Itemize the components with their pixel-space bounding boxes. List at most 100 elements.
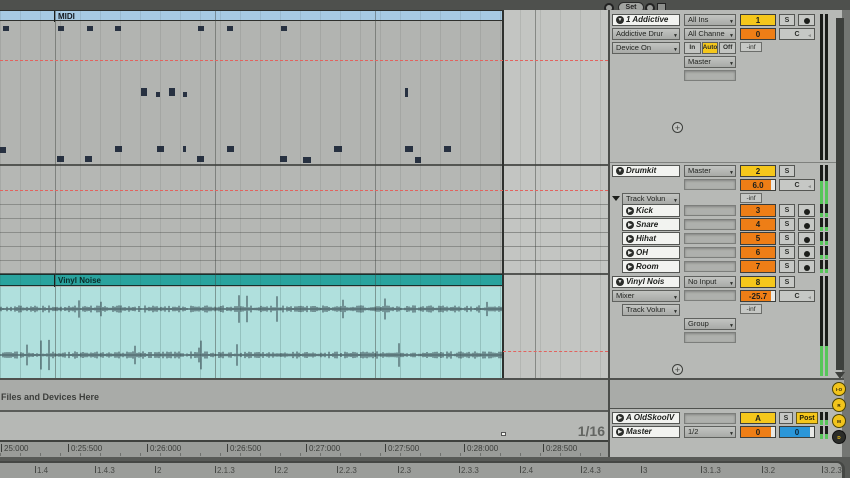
midi-note[interactable] — [3, 26, 9, 31]
output-routing-dropdown[interactable]: Master — [684, 56, 736, 68]
midi-note[interactable] — [197, 156, 204, 162]
midi-note[interactable] — [58, 26, 64, 31]
add-automation-lane-button[interactable]: + — [672, 364, 683, 375]
solo-button[interactable]: S — [779, 232, 795, 245]
arm-button[interactable] — [798, 14, 815, 26]
track-number-badge[interactable]: 5 — [740, 232, 776, 245]
arm-button[interactable] — [798, 204, 815, 217]
solo-button[interactable]: S — [779, 218, 795, 231]
midi-note[interactable] — [183, 92, 187, 97]
add-automation-lane-button[interactable]: + — [672, 122, 683, 133]
arm-button[interactable] — [798, 246, 815, 259]
drum-track-row[interactable]: ▶ Room 7 S — [610, 260, 836, 273]
track-name-vinyl-noise[interactable]: ▼ Vinyl Nois — [612, 276, 680, 288]
track-name[interactable]: ▶ OH — [622, 246, 680, 259]
monitor-in-button[interactable]: In — [684, 42, 701, 54]
track-name[interactable]: ▶ Kick — [622, 204, 680, 217]
fold-track-icon[interactable]: ▼ — [616, 278, 624, 286]
solo-button[interactable]: S — [779, 276, 795, 288]
solo-button[interactable]: S — [779, 14, 795, 26]
audio-clip-titlebar[interactable]: Vinyl Noise — [0, 274, 503, 287]
master-track-name[interactable]: ▶ Master — [612, 426, 680, 438]
show-delay-toggle[interactable]: D — [832, 430, 846, 444]
midi-note[interactable] — [334, 146, 342, 152]
midi-note[interactable] — [115, 26, 121, 31]
input-routing-dropdown[interactable]: All Ins — [684, 14, 736, 26]
fold-track-icon[interactable]: ▼ — [616, 16, 624, 24]
peak-level-readout[interactable]: -inf — [740, 304, 762, 314]
output-routing-dropdown[interactable]: Master — [684, 165, 736, 177]
automation-fold-icon[interactable] — [612, 196, 620, 201]
arm-button[interactable] — [798, 260, 815, 273]
track-number-badge[interactable]: 6 — [740, 246, 776, 259]
return-track-lane[interactable] — [0, 410, 608, 424]
midi-note[interactable] — [444, 146, 451, 152]
track-number-badge[interactable]: 1 — [740, 14, 776, 26]
monitor-auto-button[interactable]: Auto — [701, 42, 719, 54]
beat-ruler[interactable]: 1.4 1.4.3 2 2.1.3 2.2 2.2.3 2.3 2.3.3 2.… — [0, 461, 845, 478]
insert-marker[interactable] — [501, 432, 506, 436]
pan-center-button[interactable]: C — [779, 179, 815, 193]
solo-button[interactable]: S — [779, 246, 795, 259]
track-number-badge[interactable]: 8 — [740, 276, 776, 288]
device-chooser-dropdown[interactable]: Mixer — [612, 290, 680, 302]
midi-note[interactable] — [405, 88, 408, 97]
automation-line[interactable] — [503, 351, 608, 352]
device-on-dropdown[interactable]: Device On — [612, 42, 680, 54]
midi-note[interactable] — [156, 92, 160, 97]
solo-button[interactable]: S — [779, 412, 793, 424]
track-number-badge[interactable]: 3 — [740, 204, 776, 217]
drum-track-row[interactable]: ▶ Snare 4 S — [610, 218, 836, 231]
audio-clip-body[interactable] — [0, 287, 503, 378]
transport-knob-icon[interactable] — [604, 3, 614, 10]
volume-value[interactable]: 6.0 — [740, 179, 776, 191]
arm-button[interactable] — [798, 232, 815, 245]
return-track-name[interactable]: ▶ A OldSkoolV — [612, 412, 680, 424]
solo-button[interactable]: S — [779, 165, 795, 177]
track-number-badge[interactable]: 7 — [740, 260, 776, 273]
show-io-toggle[interactable]: I-O — [832, 382, 846, 396]
arrangement-view[interactable]: MIDI Vinyl Noise Files and Devices Here … — [0, 10, 608, 457]
pan-center-button[interactable]: C — [779, 290, 815, 304]
volume-value[interactable]: -25.7 — [740, 290, 776, 302]
track-name-1-addictive[interactable]: ▼ 1 Addictive — [612, 14, 680, 26]
time-ruler[interactable]: 25:000 0:25:500 0:26:000 0:26:500 0:27:0… — [0, 440, 608, 457]
peak-level-readout[interactable]: -inf — [740, 42, 762, 52]
midi-note[interactable] — [157, 146, 164, 152]
midi-note[interactable] — [85, 156, 92, 162]
midi-note[interactable] — [415, 157, 421, 163]
track-name-drumkit[interactable]: ▼ Drumkit — [612, 165, 680, 177]
midi-note[interactable] — [0, 147, 6, 153]
midi-note[interactable] — [303, 157, 311, 163]
group-routing-dropdown[interactable]: Group — [684, 318, 736, 330]
track-name[interactable]: ▶ Room — [622, 260, 680, 273]
transport-knob-icon[interactable] — [645, 3, 655, 10]
midi-note[interactable] — [405, 146, 413, 152]
midi-note[interactable] — [87, 26, 93, 31]
monitor-off-button[interactable]: Off — [719, 42, 736, 54]
drum-track-row[interactable]: ▶ Hihat 5 S — [610, 232, 836, 245]
midi-note[interactable] — [227, 146, 234, 152]
peak-level-readout[interactable]: -inf — [740, 193, 762, 203]
fold-group-icon[interactable]: ▼ — [616, 167, 624, 175]
vertical-scrollbar[interactable] — [836, 18, 844, 370]
drum-track-row[interactable]: ▶ OH 6 S — [610, 246, 836, 259]
midi-note[interactable] — [169, 88, 175, 96]
input-routing-dropdown[interactable]: No Input — [684, 276, 736, 288]
midi-channel-dropdown[interactable]: All Channe — [684, 28, 736, 40]
drum-track-row[interactable]: ▶ Kick 3 S — [610, 204, 836, 217]
pan-center-button[interactable]: C — [779, 28, 815, 42]
midi-note[interactable] — [198, 26, 204, 31]
midi-clip-body[interactable] — [0, 21, 503, 164]
cue-volume[interactable]: 0 — [779, 426, 815, 438]
pan-value[interactable]: 0 — [740, 28, 776, 40]
show-mixer-toggle[interactable]: M — [832, 414, 846, 428]
cue-out-dropdown[interactable]: 1/2 — [684, 426, 736, 438]
automation-line[interactable] — [0, 190, 608, 191]
automation-line[interactable] — [0, 60, 608, 61]
master-volume[interactable]: 0 — [740, 426, 776, 438]
arm-button[interactable] — [798, 218, 815, 231]
drop-zone[interactable]: Files and Devices Here — [0, 378, 608, 410]
device-chooser-dropdown[interactable]: Addictive Drur — [612, 28, 680, 40]
solo-button[interactable]: S — [779, 204, 795, 217]
